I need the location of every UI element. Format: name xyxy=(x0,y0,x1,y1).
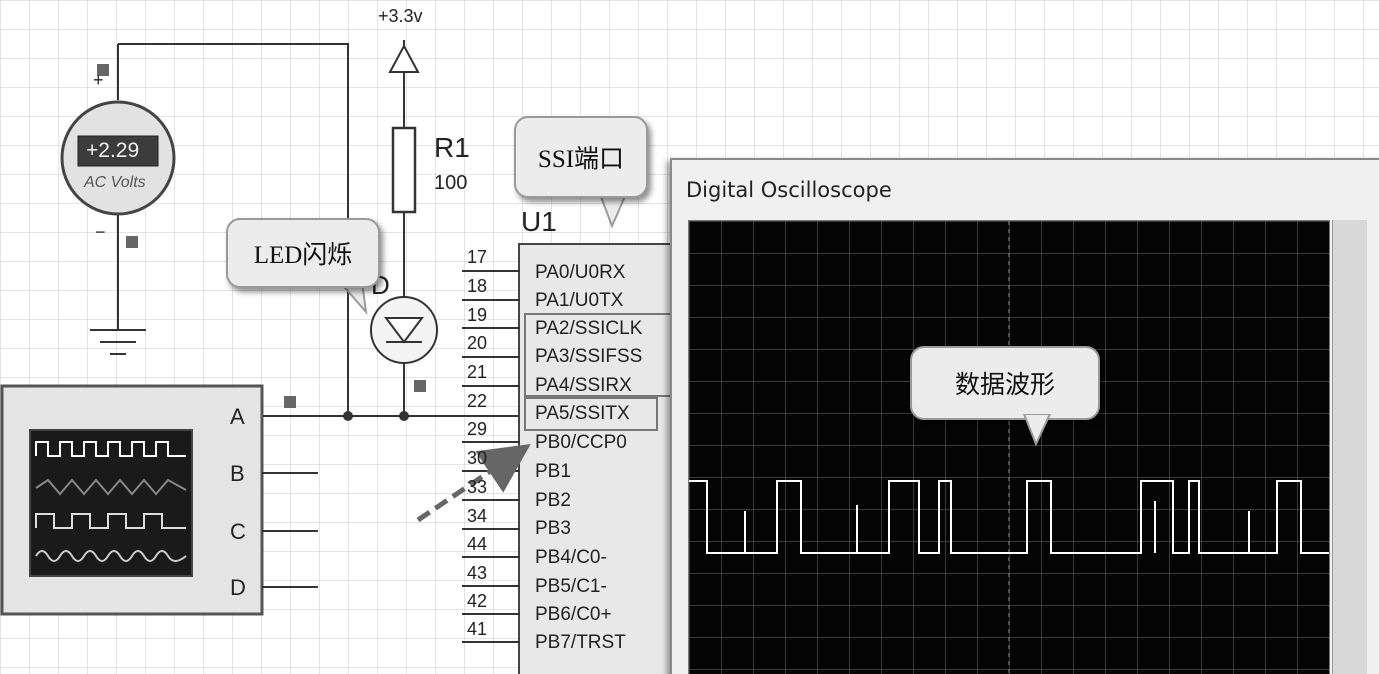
voltmeter-plus: + xyxy=(93,70,104,90)
pin-number: 21 xyxy=(467,362,488,382)
resistor-r1[interactable] xyxy=(391,126,417,214)
junction-dot xyxy=(343,411,353,421)
port-label: PB5/C1- xyxy=(535,576,607,597)
oscilloscope-screen xyxy=(688,220,1330,674)
port-label: PA2/SSICLK xyxy=(535,318,643,339)
supply-label: +3.3v xyxy=(378,6,423,26)
pin-number: 34 xyxy=(467,506,488,526)
pin-number: 33 xyxy=(467,477,488,497)
resistor-ref: R1 xyxy=(434,132,470,163)
port-label: PA1/U0TX xyxy=(535,290,624,311)
callout-led-blink: LED闪烁 xyxy=(226,218,380,288)
callout-ssi-port: SSI端口 xyxy=(514,116,648,198)
port-label: PB6/C0+ xyxy=(535,604,612,625)
port-label: PB4/C0- xyxy=(535,547,607,568)
callout-tail xyxy=(1022,414,1052,447)
port-label: PA0/U0RX xyxy=(535,262,626,283)
mcu-ref: U1 xyxy=(521,206,557,237)
voltmeter-unit: AC Volts xyxy=(84,174,146,191)
resistor-value: 100 xyxy=(434,172,468,194)
port-label: PB3 xyxy=(535,518,571,539)
pin-number: 22 xyxy=(467,391,488,411)
oscilloscope-side-panel[interactable] xyxy=(1332,220,1367,674)
channel-label-c: C xyxy=(230,519,246,544)
port-label: PA4/SSIRX xyxy=(535,375,632,396)
pin-number: 17 xyxy=(467,247,488,267)
pin-number: 44 xyxy=(467,534,488,554)
logic-analyzer[interactable] xyxy=(0,384,264,616)
pin-number: 20 xyxy=(467,333,488,353)
port-label: PB2 xyxy=(535,490,571,511)
screenshot: +2.29 AC Volts + − +3.3v R1 100 D U1 A B… xyxy=(0,0,1379,674)
pin-number: 41 xyxy=(467,619,488,639)
pin-number: 30 xyxy=(467,448,488,468)
port-label: PB0/CCP0 xyxy=(535,432,627,453)
voltmeter-reading: +2.29 xyxy=(86,139,140,162)
junction-dot xyxy=(399,411,409,421)
channel-label-b: B xyxy=(230,461,245,486)
channel-label-a: A xyxy=(230,404,245,429)
pin-number: 18 xyxy=(467,276,488,296)
pin-number: 29 xyxy=(467,419,488,439)
port-label: PB7/TRST xyxy=(535,632,626,653)
port-label: PA5/SSITX xyxy=(535,403,630,424)
pin-number: 43 xyxy=(467,563,488,583)
oscilloscope-display xyxy=(689,221,1329,674)
channel-label-d: D xyxy=(230,575,246,600)
net-marker xyxy=(284,396,296,408)
port-label: PB1 xyxy=(535,461,571,482)
pin-number: 42 xyxy=(467,591,488,611)
pin-number: 19 xyxy=(467,305,488,325)
voltmeter-minus: − xyxy=(95,222,106,242)
port-label: PA3/SSIFSS xyxy=(535,346,643,367)
oscilloscope-title: Digital Oscilloscope xyxy=(686,178,892,202)
callout-data-waveform: 数据波形 xyxy=(910,346,1100,420)
